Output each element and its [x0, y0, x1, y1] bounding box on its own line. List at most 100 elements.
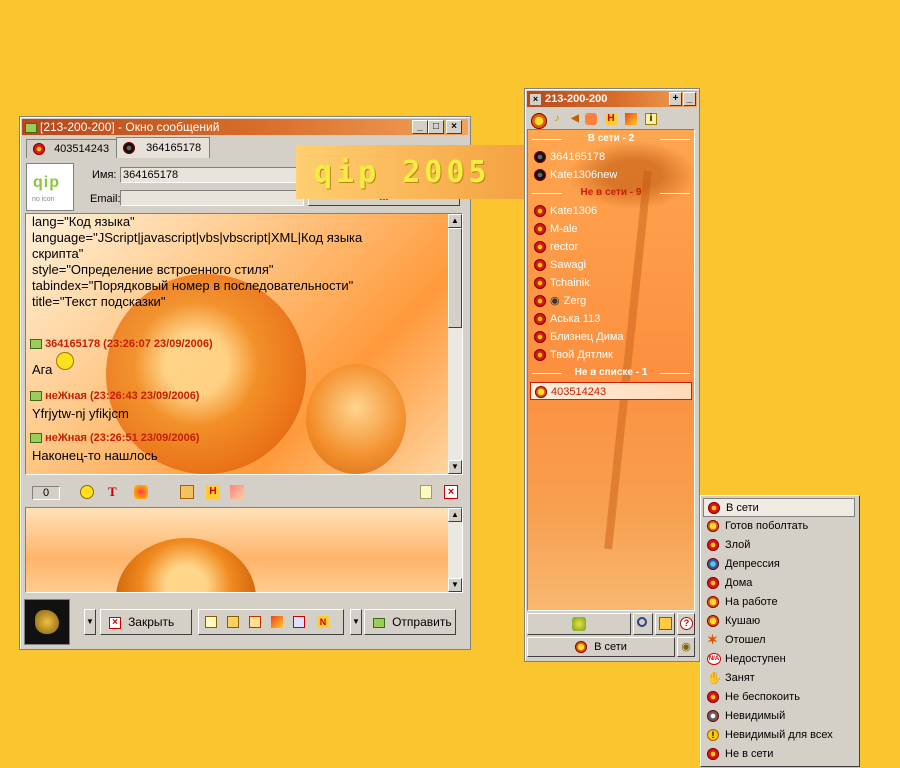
status-menu-item-dnd[interactable]: Не беспокоить: [703, 688, 855, 707]
message-icon: [30, 339, 42, 350]
message-icon: [30, 391, 42, 402]
cl-minimize-button[interactable]: _: [683, 92, 696, 106]
status-icon: [534, 295, 546, 308]
message-history[interactable]: lang="Код языка" language="JScript|javas…: [25, 213, 463, 475]
status-icon: [535, 386, 547, 399]
chat-window-titlebar[interactable]: [213-200-200] - Окно сообщений: [22, 119, 468, 135]
status-menu-item-invisible[interactable]: Невидимый: [703, 707, 855, 726]
scroll-up-button[interactable]: ▲: [448, 508, 462, 522]
help-button[interactable]: ?: [677, 613, 695, 635]
main-menu-button[interactable]: [527, 613, 631, 635]
eating-icon: [707, 615, 719, 627]
contact-list-title: 213-200-200: [545, 93, 608, 105]
edit-icon[interactable]: [293, 616, 305, 628]
contact-item[interactable]: Tchainik: [534, 274, 590, 292]
scroll-up-button[interactable]: ▲: [448, 214, 462, 228]
plugins-icon[interactable]: [625, 113, 637, 125]
home-icon: [707, 577, 719, 589]
qip-icon: [572, 617, 586, 631]
contact-item[interactable]: Аська 113: [534, 310, 600, 328]
group-header-not-in-list[interactable]: Не в списке - 1: [528, 366, 694, 380]
invisible-icon: [707, 710, 719, 722]
qip-logo: qip no icon: [26, 163, 74, 211]
code-line: title="Текст подсказки": [32, 294, 166, 309]
message-input[interactable]: ▲ ▼: [25, 507, 463, 593]
status-menu-item-offline[interactable]: Не в сети: [703, 745, 855, 764]
clear-button[interactable]: ×: [444, 485, 458, 499]
close-window-button[interactable]: ×: [446, 120, 462, 134]
email-label: Email:: [90, 193, 121, 205]
message-text: Наконец-то нашлось: [32, 448, 158, 463]
group-header-offline[interactable]: Не в сети - 9: [528, 186, 694, 200]
spell-button[interactable]: [230, 485, 244, 499]
status-menu-item-busy[interactable]: ✋ Занят: [703, 669, 855, 688]
scroll-down-button[interactable]: ▼: [448, 578, 462, 592]
font-button[interactable]: T: [108, 485, 122, 499]
email-field[interactable]: [120, 190, 304, 206]
history-icon[interactable]: H: [605, 113, 617, 125]
search-user-button[interactable]: [633, 613, 653, 635]
color-button[interactable]: [134, 485, 148, 499]
history-button[interactable]: H: [206, 485, 220, 499]
history-scrollbar[interactable]: ▲ ▼: [448, 214, 462, 474]
new-note-icon[interactable]: [420, 485, 432, 499]
banner-text: qip 2005: [314, 155, 491, 190]
puzzle-icon[interactable]: [271, 616, 283, 628]
close-menu-arrow[interactable]: ▼: [84, 609, 96, 635]
send-button[interactable]: Отправить: [364, 609, 456, 635]
status-menu-item-home[interactable]: Дома: [703, 574, 855, 593]
tab-contact-1[interactable]: 403514243: [26, 139, 118, 158]
status-icon[interactable]: [531, 113, 547, 129]
speaker-icon[interactable]: ◀: [567, 111, 583, 127]
n-icon[interactable]: N: [317, 616, 329, 628]
contact-item[interactable]: Твой Дятлик: [534, 346, 613, 364]
tangerine-image: [116, 538, 256, 592]
status-menu-item-angry[interactable]: Злой: [703, 536, 855, 555]
smiley-button[interactable]: [80, 485, 94, 499]
name-field[interactable]: 364165178: [120, 167, 300, 183]
status-icon: [123, 142, 135, 155]
scroll-down-button[interactable]: ▼: [448, 460, 462, 474]
minimize-button[interactable]: _: [412, 120, 428, 134]
status-menu-item-work[interactable]: На работе: [703, 593, 855, 612]
status-button[interactable]: В сети: [527, 637, 675, 657]
tab-contact-2[interactable]: 364165178: [116, 137, 210, 158]
message-icon: [30, 433, 42, 444]
contact-item[interactable]: ◉ Zerg: [534, 292, 586, 310]
privacy-button[interactable]: ◉: [677, 637, 695, 657]
input-scrollbar[interactable]: ▲ ▼: [448, 508, 462, 592]
maximize-button[interactable]: □: [428, 120, 444, 134]
send-menu-arrow[interactable]: ▼: [350, 609, 362, 635]
info-icon[interactable]: i: [645, 113, 657, 125]
contact-item[interactable]: M-ale: [534, 220, 578, 238]
chat-window-title: [213-200-200] - Окно сообщений: [40, 120, 220, 134]
status-menu-item-online[interactable]: В сети: [703, 498, 855, 517]
close-chat-button[interactable]: × Закрыть: [100, 609, 192, 635]
close-small-icon[interactable]: ×: [530, 93, 541, 105]
contact-item[interactable]: Kate1306new: [534, 166, 617, 184]
status-menu-item-eating[interactable]: Кушаю: [703, 612, 855, 631]
contact-item[interactable]: Близнец Дима: [534, 328, 624, 346]
status-menu-item-na[interactable]: N/A Недоступен: [703, 650, 855, 669]
settings-button[interactable]: [655, 613, 675, 635]
contact-item[interactable]: Sawagi: [534, 256, 586, 274]
scroll-thumb[interactable]: [448, 228, 462, 328]
contacts-icon[interactable]: [585, 113, 597, 125]
quote-button[interactable]: [180, 485, 194, 499]
status-menu-item-away[interactable]: ✶ Отошел: [703, 631, 855, 650]
notes-icon[interactable]: [227, 616, 239, 628]
status-menu-item-free-chat[interactable]: Готов поболтать: [703, 517, 855, 536]
qip-banner: qip 2005: [296, 145, 530, 199]
template-icon[interactable]: [205, 616, 217, 628]
status-menu-item-depression[interactable]: Депрессия: [703, 555, 855, 574]
status-menu-item-invisible-all[interactable]: ! Невидимый для всех: [703, 726, 855, 745]
contact-item-selected[interactable]: 403514243: [530, 382, 692, 400]
contact-list-window: × 213-200-200 + _ ♪ ◀ H i В сети - 2 3641…: [524, 88, 700, 662]
contact-item[interactable]: Kate1306: [534, 202, 597, 220]
contact-item[interactable]: rector: [534, 238, 578, 256]
group-header-online[interactable]: В сети - 2: [528, 132, 694, 146]
contact-item[interactable]: 364165178: [534, 148, 605, 166]
file-icon[interactable]: [249, 616, 261, 628]
sound-icon[interactable]: ♪: [549, 111, 565, 127]
cl-pin-button[interactable]: +: [669, 92, 682, 106]
